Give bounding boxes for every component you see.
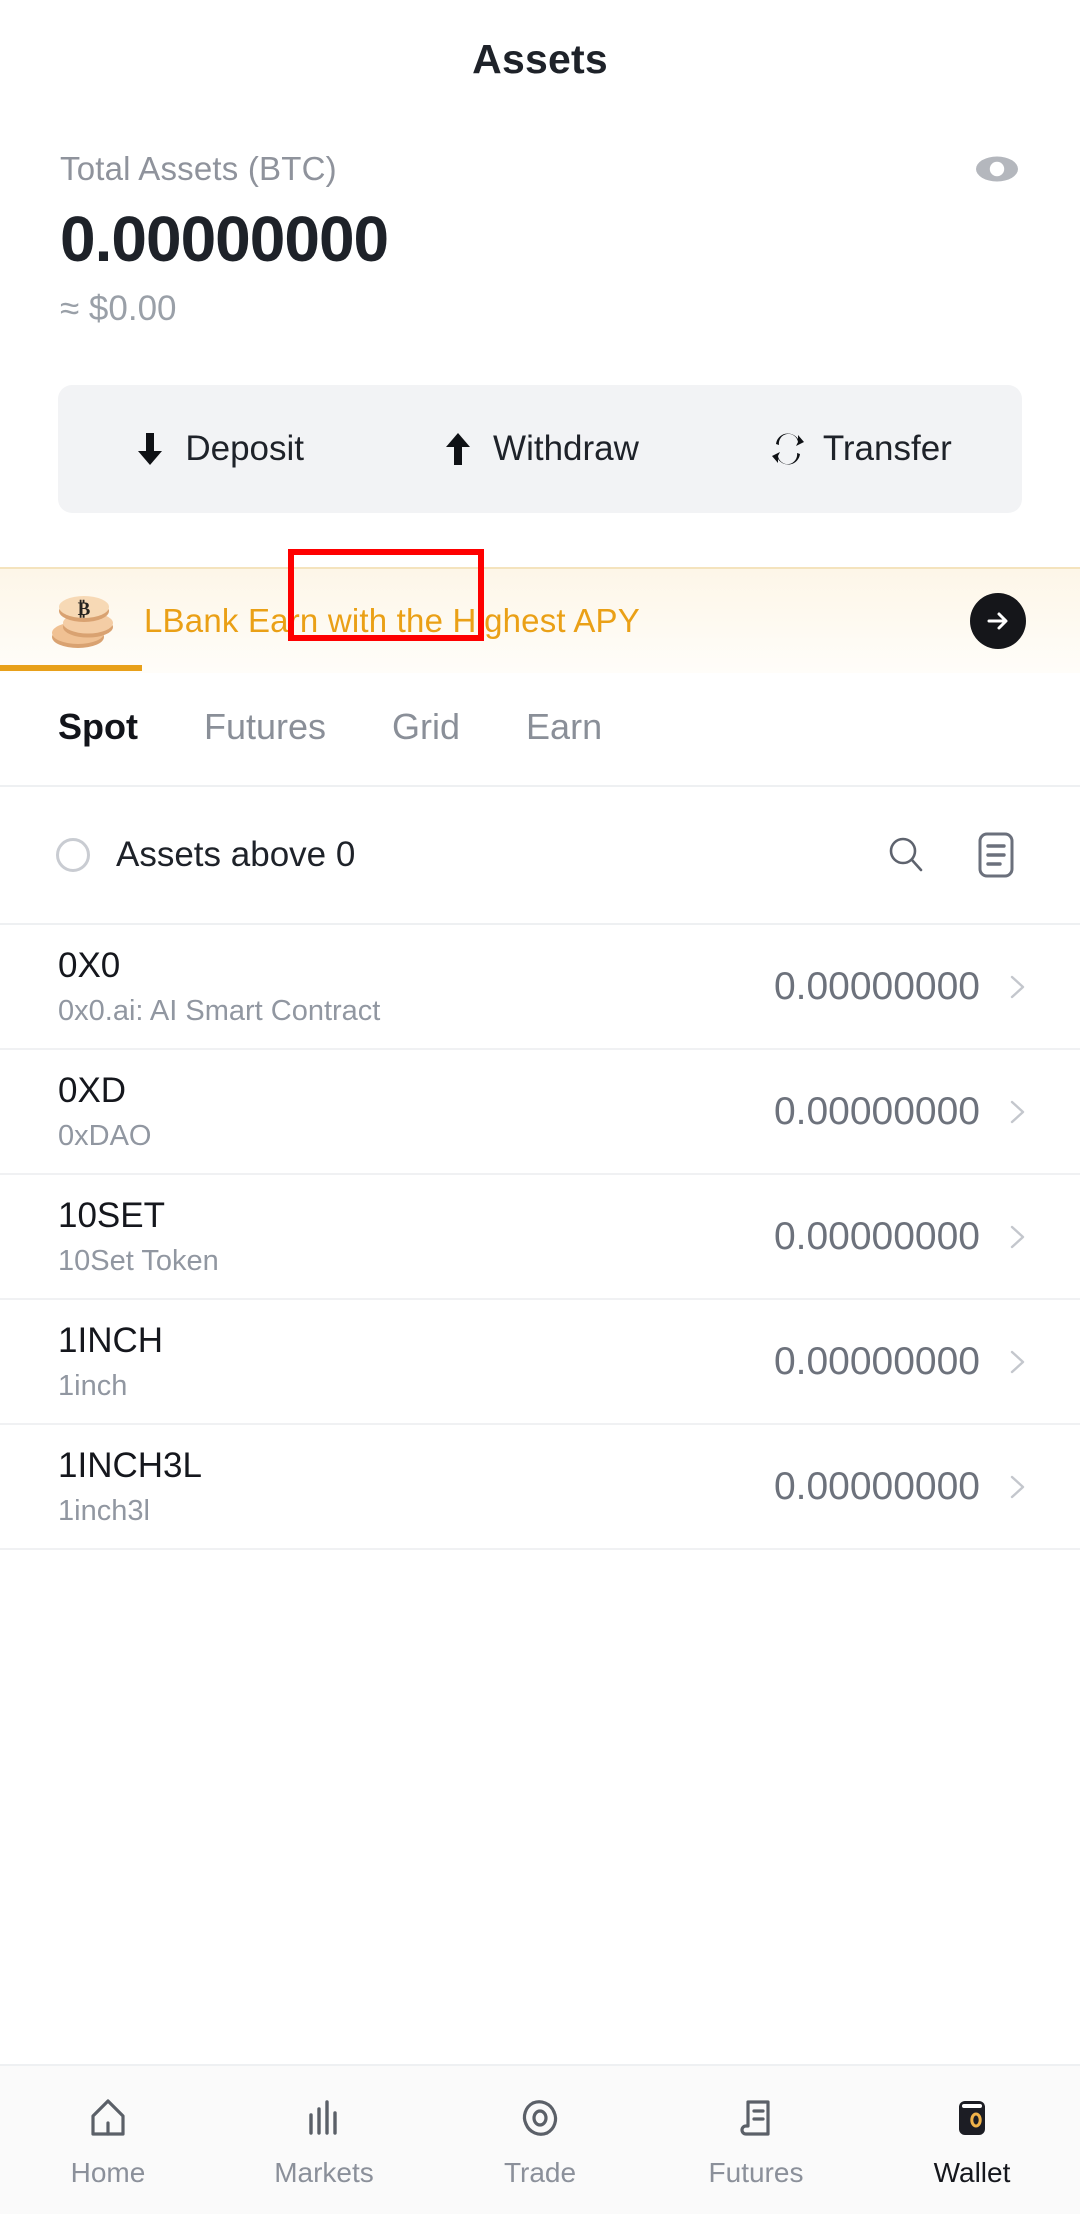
transfer-label: Transfer (822, 429, 952, 469)
table-row[interactable]: 10SET 10Set Token 0.00000000 (0, 1175, 1080, 1301)
asset-name: 1inch (58, 1369, 128, 1402)
asset-symbol: 0XD (58, 1070, 127, 1110)
arrow-down-icon (133, 432, 167, 466)
nav-label-markets: Markets (274, 2157, 374, 2188)
asset-amount: 0.00000000 (773, 1214, 980, 1258)
asset-name: 1inch3l (58, 1494, 150, 1527)
trade-icon (513, 2091, 567, 2145)
asset-category-tabs: Spot Futures Grid Earn (0, 665, 1080, 788)
home-icon (81, 2091, 135, 2145)
total-assets-label: Total Assets (BTC) (60, 150, 337, 187)
tab-spot[interactable]: Spot (58, 706, 138, 752)
search-icon[interactable] (878, 827, 934, 883)
asset-name: 0x0.ai: AI Smart Contract (58, 994, 381, 1027)
asset-name: 10Set Token (58, 1244, 219, 1277)
asset-amount: 0.00000000 (773, 1464, 980, 1508)
asset-filter-row: Assets above 0 (0, 787, 1080, 926)
tab-earn[interactable]: Earn (526, 706, 602, 752)
nav-item-futures[interactable]: Futures (648, 2091, 864, 2189)
asset-identity: 0X0 0x0.ai: AI Smart Contract (58, 946, 774, 1028)
table-row[interactable]: 0X0 0x0.ai: AI Smart Contract 0.00000000 (0, 925, 1080, 1051)
table-row[interactable]: 1INCH3L 1inch3l 0.00000000 (0, 1425, 1080, 1551)
asset-list: 0X0 0x0.ai: AI Smart Contract 0.00000000… (0, 925, 1080, 1551)
nav-label-home: Home (70, 2157, 146, 2188)
promo-progress-underline (0, 665, 142, 672)
nav-label-trade: Trade (503, 2157, 577, 2188)
futures-icon (729, 2091, 783, 2145)
bitcoin-coins-icon: ₿ (48, 589, 120, 653)
transfer-icon (771, 432, 805, 466)
tab-grid[interactable]: Grid (392, 706, 460, 752)
asset-name: 0xDAO (58, 1119, 152, 1152)
nav-item-home[interactable]: Home (0, 2091, 216, 2189)
nav-item-wallet[interactable]: Wallet (864, 2091, 1080, 2189)
asset-symbol: 10SET (58, 1195, 165, 1235)
nav-item-trade[interactable]: Trade (432, 2091, 648, 2189)
asset-symbol: 1INCH (58, 1320, 164, 1360)
chevron-right-icon (1004, 1224, 1030, 1250)
wallet-icon (945, 2091, 999, 2145)
total-assets-section: Total Assets (BTC) 0.00000000 ≈ $0.00 (0, 118, 1080, 329)
total-assets-label-row: Total Assets (BTC) (60, 146, 1020, 192)
asset-amount: 0.00000000 (773, 964, 980, 1008)
chevron-right-icon (1004, 1349, 1030, 1375)
table-row[interactable]: 0XD 0xDAO 0.00000000 (0, 1050, 1080, 1176)
chevron-right-icon (1004, 974, 1030, 1000)
nav-item-markets[interactable]: Markets (216, 2091, 432, 2189)
asset-symbol: 1INCH3L (58, 1445, 202, 1485)
asset-actions-section: Deposit Withdraw Transfer (0, 329, 1080, 514)
assets-above-zero-radio[interactable] (56, 838, 90, 873)
asset-actions-bar: Deposit Withdraw Transfer (58, 385, 1022, 514)
arrow-right-circle-icon[interactable] (970, 593, 1026, 650)
nav-label-wallet: Wallet (933, 2157, 1011, 2188)
bottom-navigation: Home Markets Trade Futures Wallet (0, 2064, 1080, 2214)
tab-futures[interactable]: Futures (204, 706, 326, 752)
asset-identity: 1INCH3L 1inch3l (58, 1446, 774, 1528)
total-assets-value: 0.00000000 (60, 203, 389, 275)
deposit-button[interactable]: Deposit (58, 385, 379, 513)
promo-text: LBank Earn with the Highest APY (144, 602, 640, 640)
nav-label-futures: Futures (708, 2157, 804, 2188)
assets-above-zero-label[interactable]: Assets above 0 (116, 835, 844, 875)
asset-symbol: 0X0 (58, 945, 121, 985)
promo-banner[interactable]: ₿ LBank Earn with the Highest APY (0, 567, 1080, 674)
withdraw-label: Withdraw (493, 429, 639, 469)
chevron-right-icon (1004, 1474, 1030, 1500)
asset-amount: 0.00000000 (773, 1339, 980, 1383)
table-row[interactable]: 1INCH 1inch 0.00000000 (0, 1300, 1080, 1426)
markets-icon (297, 2091, 351, 2145)
transfer-button[interactable]: Transfer (701, 385, 1022, 513)
page-title: Assets (472, 35, 608, 82)
chevron-right-icon (1004, 1099, 1030, 1125)
svg-text:₿: ₿ (78, 599, 91, 620)
withdraw-button[interactable]: Withdraw (379, 385, 700, 513)
arrow-up-icon (441, 432, 475, 466)
total-assets-approx-usd: ≈ $0.00 (60, 289, 177, 329)
asset-amount: 0.00000000 (773, 1089, 980, 1133)
eye-icon[interactable] (974, 146, 1020, 192)
page-header: Assets (0, 0, 1080, 118)
list-records-icon[interactable] (968, 827, 1024, 883)
asset-identity: 10SET 10Set Token (58, 1196, 774, 1278)
asset-identity: 1INCH 1inch (58, 1321, 774, 1403)
deposit-label: Deposit (185, 429, 304, 469)
asset-identity: 0XD 0xDAO (58, 1071, 774, 1153)
